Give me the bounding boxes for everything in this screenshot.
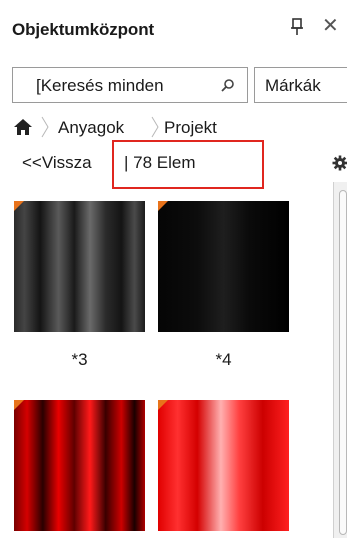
close-icon[interactable]: ✕ xyxy=(322,16,342,36)
breadcrumb-item-projekt[interactable]: Projekt xyxy=(164,118,217,138)
tile-corner-marker xyxy=(158,400,168,410)
material-tile-label: *4 xyxy=(215,350,232,369)
breadcrumb-separator-icon xyxy=(151,116,159,138)
gear-icon[interactable] xyxy=(332,155,347,171)
breadcrumb: Anyagok Projekt xyxy=(0,112,347,142)
scrollbar-thumb[interactable] xyxy=(339,190,347,535)
brands-button[interactable]: Márkák xyxy=(254,67,347,103)
breadcrumb-item-anyagok[interactable]: Anyagok xyxy=(58,118,124,138)
panel-titlebar: Objektumközpont ✕ xyxy=(0,0,347,56)
home-icon[interactable] xyxy=(12,117,34,137)
search-input-value: [Keresés minden xyxy=(36,76,164,95)
panel-title: Objektumközpont xyxy=(12,20,155,39)
back-link[interactable]: <<Vissza xyxy=(22,153,92,173)
material-tile[interactable] xyxy=(158,201,289,332)
material-tile-label: *3 xyxy=(71,350,88,369)
highlight-annotation xyxy=(112,140,264,189)
search-input[interactable]: [Keresés minden xyxy=(12,67,248,103)
pin-icon[interactable] xyxy=(290,18,304,36)
tile-corner-marker xyxy=(14,201,24,211)
tile-corner-marker xyxy=(158,201,168,211)
breadcrumb-separator-icon xyxy=(41,116,49,138)
material-tile[interactable] xyxy=(14,201,145,332)
search-icon[interactable] xyxy=(220,78,236,94)
material-tile[interactable] xyxy=(14,400,145,531)
brands-button-label: Márkák xyxy=(265,76,321,95)
material-tile[interactable] xyxy=(158,400,289,531)
tile-corner-marker xyxy=(14,400,24,410)
